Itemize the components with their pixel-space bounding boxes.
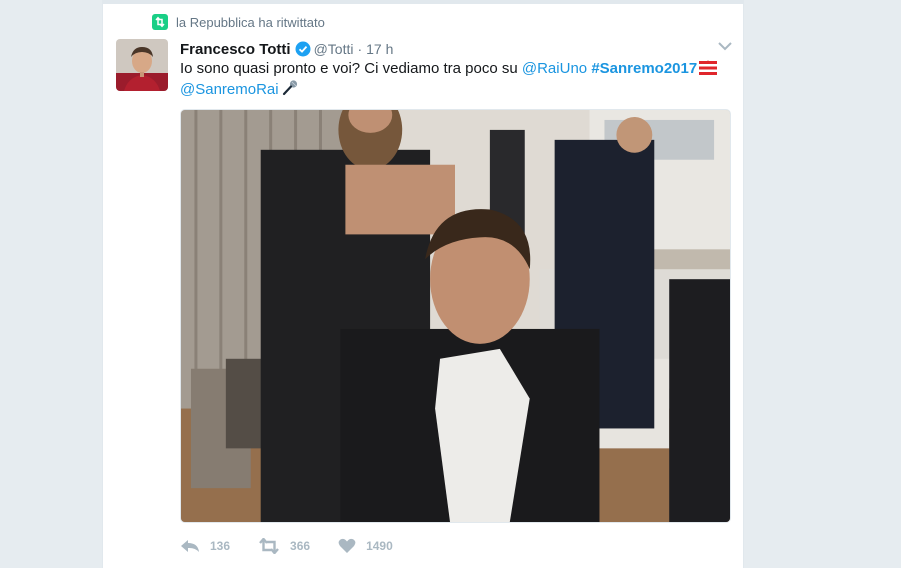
- like-button[interactable]: 1490: [338, 538, 393, 554]
- chevron-down-icon[interactable]: [717, 39, 733, 53]
- sanremo-hashflag-icon: [699, 60, 718, 75]
- tweet-card[interactable]: la Repubblica ha ritwittato Francesco To…: [102, 0, 744, 568]
- retweet-button[interactable]: 366: [258, 538, 310, 554]
- tweet-text: Io sono quasi pronto e voi? Ci vediamo t…: [180, 58, 735, 100]
- microphone-icon: [282, 80, 297, 96]
- verified-badge-icon: [295, 41, 311, 57]
- like-count: 1490: [366, 539, 393, 553]
- tweet-header: Francesco Totti @Totti · 17 h: [180, 39, 393, 59]
- tweet-photo[interactable]: [180, 109, 731, 523]
- retweet-context[interactable]: la Repubblica ha ritwittato: [152, 14, 325, 30]
- divider: [103, 0, 743, 4]
- retweet-count: 366: [290, 539, 311, 553]
- retweet-action-icon: [259, 538, 279, 554]
- mention-sanremorai-link[interactable]: @SanremoRai: [180, 81, 279, 98]
- tweet-text-intro: Io sono quasi pronto e voi? Ci vediamo t…: [180, 60, 522, 77]
- tweet-timestamp[interactable]: 17 h: [366, 41, 393, 57]
- reply-icon: [181, 540, 199, 552]
- reply-count: 136: [210, 539, 231, 553]
- tweet-actions: 136 366 1490: [180, 536, 421, 556]
- mention-raiuno-link[interactable]: @RaiUno: [522, 60, 587, 77]
- author-name[interactable]: Francesco Totti: [180, 41, 291, 58]
- reply-button[interactable]: 136: [180, 538, 230, 554]
- retweet-context-text: la Repubblica ha ritwittato: [176, 14, 325, 30]
- avatar[interactable]: [116, 39, 168, 91]
- author-handle[interactable]: @Totti: [314, 41, 354, 57]
- hashtag-sanremo2017-link[interactable]: #Sanremo2017: [591, 60, 697, 77]
- retweet-icon: [152, 14, 168, 30]
- heart-icon: [338, 538, 356, 553]
- time-separator: ·: [357, 41, 363, 57]
